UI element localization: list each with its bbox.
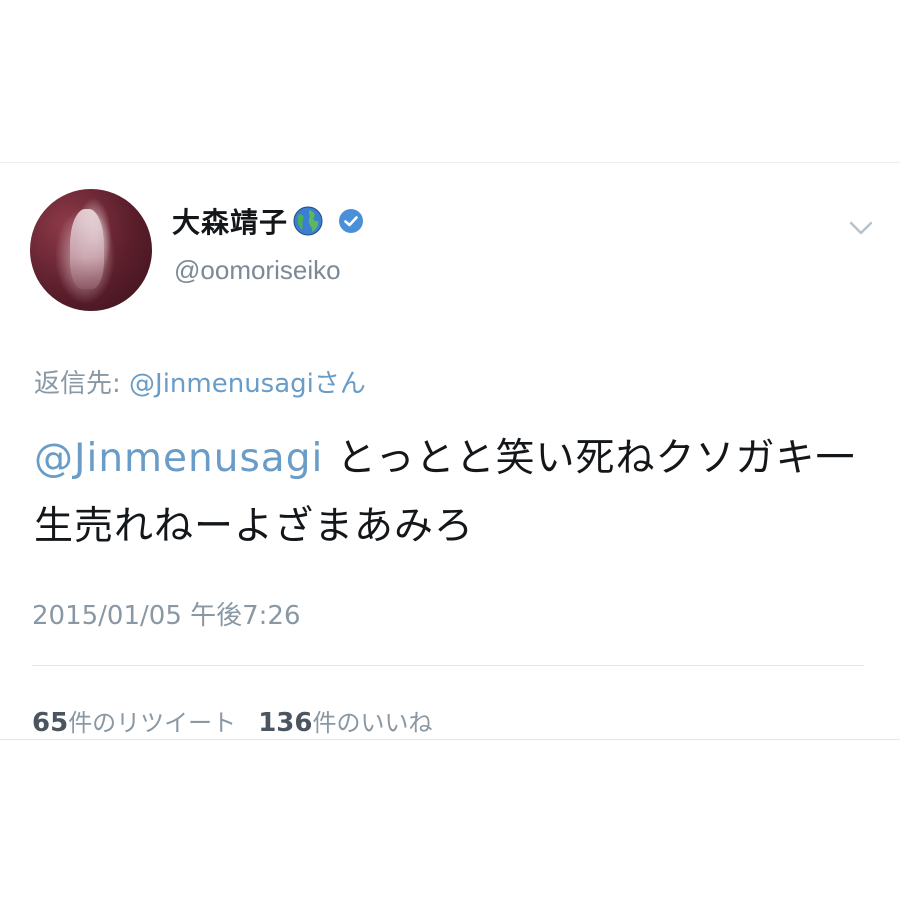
chevron-down-icon[interactable] [848, 219, 874, 237]
reply-to-line: 返信先: @Jinmenusagiさん [34, 363, 366, 400]
verified-badge-icon [338, 208, 364, 234]
globe-icon [292, 205, 324, 237]
like-count: 136 [258, 708, 313, 738]
reply-to-prefix: 返信先: [34, 369, 130, 399]
tweet-timestamp[interactable]: 2015/01/05 午後7:26 [32, 595, 301, 632]
reply-to-suffix: さん [313, 369, 366, 399]
retweet-stat[interactable]: 65 件のリツイート [32, 703, 236, 738]
tweet-mention-link[interactable]: @Jinmenusagi [34, 436, 323, 481]
reply-to-mention-link[interactable]: @Jinmenusagi [129, 369, 314, 399]
author-handle[interactable]: @oomoriseiko [174, 255, 341, 286]
retweet-count: 65 [32, 708, 69, 738]
tweet-text: @Jinmenusagi とっとと笑い死ねクソガキ一生売れねーよざまあみろ [34, 425, 874, 561]
author-name-row: 大森靖子 [172, 201, 364, 241]
like-stat[interactable]: 136 件のいいね [258, 703, 432, 738]
avatar[interactable] [30, 189, 152, 311]
like-label: 件のいいね [312, 709, 433, 737]
tweet-stats: 65 件のリツイート 136 件のいいね [32, 703, 432, 738]
divider [32, 665, 864, 666]
display-name[interactable]: 大森靖子 [172, 201, 288, 241]
tweet-card: 大森靖子 @oomoriseiko 返信先: @Jinmenusagiさん @J… [0, 162, 900, 740]
retweet-label: 件のリツイート [68, 709, 237, 737]
avatar-photo [70, 209, 104, 289]
